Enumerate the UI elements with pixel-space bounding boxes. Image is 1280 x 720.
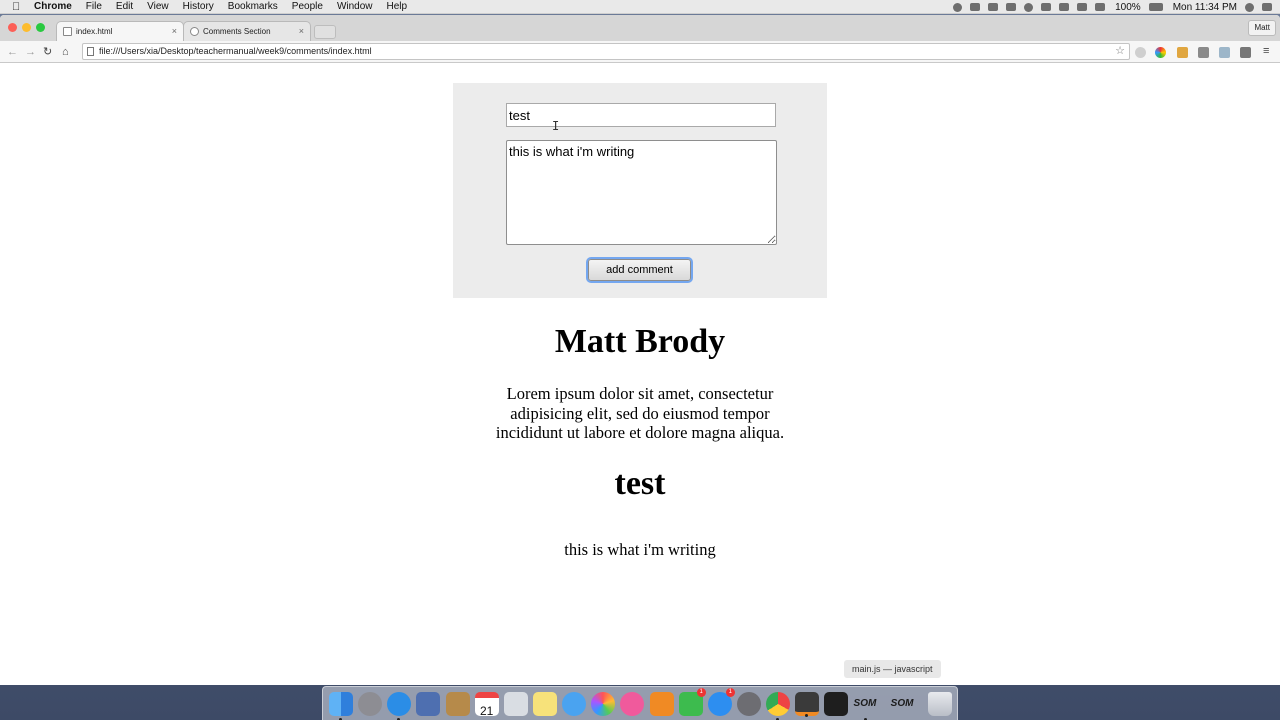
input-source-icon[interactable] xyxy=(1095,3,1106,11)
sync-icon[interactable] xyxy=(970,3,981,11)
name-input[interactable] xyxy=(506,103,776,127)
airplay-icon[interactable] xyxy=(1006,3,1017,11)
battery-percentage[interactable]: 100% xyxy=(1115,2,1141,13)
comment-text: Lorem ipsum dolor sit amet, consectetur … xyxy=(495,384,785,442)
code-extension-icon[interactable] xyxy=(1198,47,1209,58)
calendar-icon[interactable]: 21 xyxy=(474,691,499,718)
preview-icon[interactable] xyxy=(416,691,441,716)
menu-history[interactable]: History xyxy=(183,1,214,12)
notification-center-icon[interactable] xyxy=(1262,3,1272,11)
app-store-icon[interactable]: 1 xyxy=(707,687,735,716)
tab-close-icon[interactable]: × xyxy=(299,26,304,36)
creative-cloud-icon[interactable] xyxy=(953,2,963,12)
menu-view[interactable]: View xyxy=(147,1,169,12)
comment-textarea[interactable] xyxy=(506,140,777,245)
tab-strip: index.html × Comments Section × Matt xyxy=(0,15,1280,41)
finder-icon[interactable] xyxy=(329,691,353,720)
window-minimize-button[interactable] xyxy=(22,23,31,32)
menu-bookmarks[interactable]: Bookmarks xyxy=(228,1,278,12)
notification-badge: 1 xyxy=(696,687,706,697)
extension-icon[interactable] xyxy=(1135,47,1146,58)
comment-text: this is what i'm writing xyxy=(564,540,716,559)
menu-window[interactable]: Window xyxy=(337,1,373,12)
apple-menu-icon[interactable]:  xyxy=(12,1,24,13)
page-content: I add comment Matt Brody Lorem ipsum dol… xyxy=(0,63,1280,685)
chrome-menu-icon[interactable]: ≡ xyxy=(1263,44,1269,58)
home-icon[interactable]: ⌂ xyxy=(62,45,69,59)
menu-edit[interactable]: Edit xyxy=(116,1,133,12)
browser-window: index.html × Comments Section × Matt ← →… xyxy=(0,15,1280,685)
photos-icon[interactable] xyxy=(591,691,616,716)
tab-title: index.html xyxy=(76,27,113,36)
notification-badge: 1 xyxy=(725,687,735,697)
launchpad-icon[interactable] xyxy=(358,691,383,716)
color-picker-extension-icon[interactable] xyxy=(1155,47,1166,58)
text-cursor-icon: I xyxy=(552,119,560,133)
menu-bar-status-area: 100% Mon 11:34 PM xyxy=(945,0,1272,14)
codepen-favicon-icon xyxy=(190,27,199,36)
add-comment-button[interactable]: add comment xyxy=(588,259,691,281)
menu-people[interactable]: People xyxy=(292,1,323,12)
devtools-extension-icon[interactable] xyxy=(1219,47,1230,58)
comment-form: I add comment xyxy=(453,83,827,298)
formula-extension-icon[interactable] xyxy=(1240,47,1251,58)
address-bar[interactable]: file:///Users/xia/Desktop/teachermanual/… xyxy=(82,43,1130,60)
tab-index-html[interactable]: index.html × xyxy=(56,21,184,41)
comment-author: test xyxy=(614,465,666,502)
trash-icon[interactable] xyxy=(927,691,952,716)
contacts-icon[interactable] xyxy=(445,691,470,716)
tab-title: Comments Section xyxy=(203,27,271,36)
menu-file[interactable]: File xyxy=(86,1,102,12)
time-machine-icon[interactable] xyxy=(1024,2,1034,12)
terminal-icon[interactable] xyxy=(824,691,849,716)
tab-close-icon[interactable]: × xyxy=(172,26,177,36)
profile-button[interactable]: Matt xyxy=(1248,20,1276,36)
wifi-icon[interactable] xyxy=(1059,3,1070,11)
volume-icon[interactable] xyxy=(1077,3,1088,11)
window-close-button[interactable] xyxy=(8,23,17,32)
notes-icon[interactable] xyxy=(532,691,557,716)
ibooks-icon[interactable] xyxy=(649,691,674,716)
spotlight-search-icon[interactable] xyxy=(1245,2,1254,12)
som-app-icon[interactable]: SOM xyxy=(854,692,886,720)
itunes-icon[interactable] xyxy=(620,691,645,716)
tab-comments-section[interactable]: Comments Section × xyxy=(183,21,311,41)
running-indicator xyxy=(805,713,809,717)
address-bar-url: file:///Users/xia/Desktop/teachermanual/… xyxy=(99,46,372,56)
sublime-text-icon[interactable] xyxy=(795,691,820,717)
screen-capture-icon[interactable] xyxy=(988,3,999,11)
chrome-icon[interactable] xyxy=(766,691,791,720)
dock-tooltip: main.js — javascript xyxy=(844,660,941,678)
menu-bar:  Chrome File Edit View History Bookmark… xyxy=(0,0,1280,14)
menu-clock[interactable]: Mon 11:34 PM xyxy=(1173,2,1237,13)
photo-booth-icon[interactable] xyxy=(503,691,528,716)
facetime-icon[interactable]: 1 xyxy=(678,687,706,716)
som-app-icon[interactable]: SOM xyxy=(891,692,923,716)
dock: 21 1 1 SOM SOM xyxy=(322,686,958,720)
bookmark-star-icon[interactable]: ☆ xyxy=(1115,44,1125,59)
page-favicon-icon xyxy=(63,27,72,36)
extension-icon[interactable] xyxy=(1177,47,1188,58)
page-info-icon[interactable] xyxy=(87,47,94,56)
comment-author: Matt Brody xyxy=(554,323,726,360)
messages-icon[interactable] xyxy=(562,691,587,716)
bluetooth-icon[interactable] xyxy=(1041,3,1052,11)
new-tab-button[interactable] xyxy=(314,25,336,39)
battery-icon[interactable] xyxy=(1148,3,1163,11)
safari-icon[interactable] xyxy=(387,691,412,720)
browser-toolbar: ← → ↻ ⌂ file:///Users/xia/Desktop/teache… xyxy=(0,41,1280,63)
back-arrow-icon[interactable]: ← xyxy=(7,45,18,59)
system-preferences-icon[interactable] xyxy=(736,691,761,716)
window-zoom-button[interactable] xyxy=(36,23,45,32)
forward-arrow-icon[interactable]: → xyxy=(25,45,36,59)
reload-icon[interactable]: ↻ xyxy=(43,45,52,59)
menu-app-chrome[interactable]: Chrome xyxy=(34,1,72,12)
menu-help[interactable]: Help xyxy=(387,1,408,12)
